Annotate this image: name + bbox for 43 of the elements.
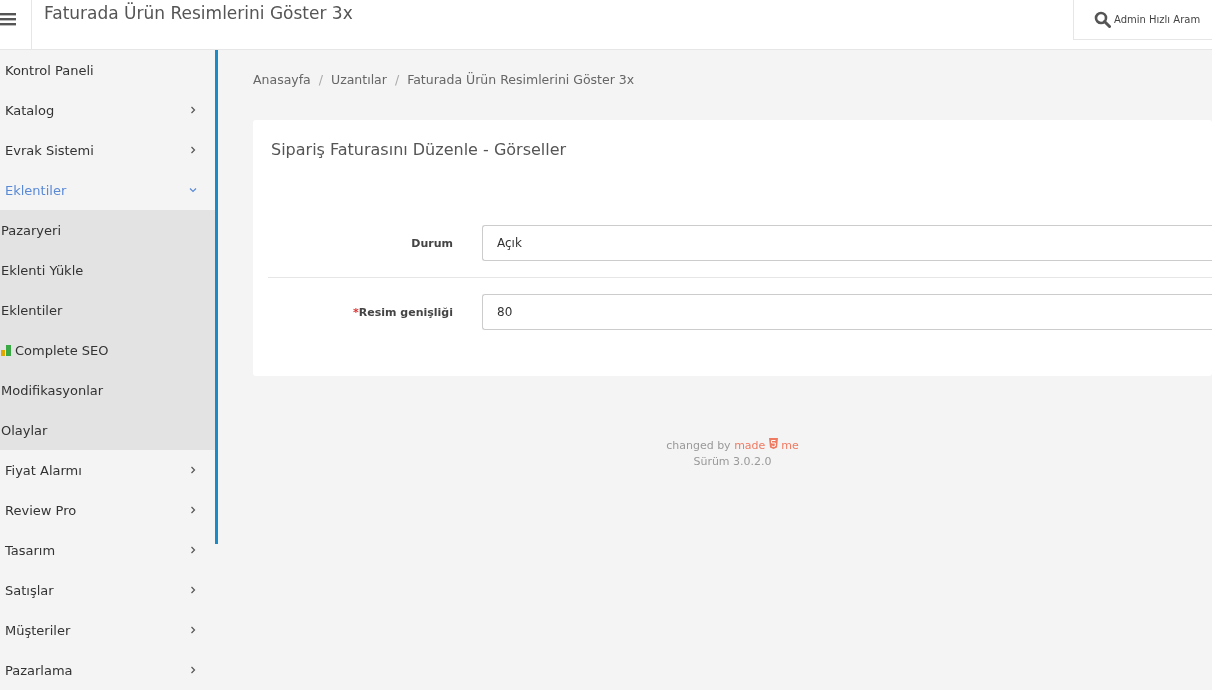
chevron-right-icon: [189, 146, 197, 154]
chevron-right-icon: [189, 506, 197, 514]
sidebar-item[interactable]: Katalog: [0, 90, 215, 130]
sidebar-item[interactable]: Review Pro: [0, 490, 215, 530]
chevron-right-icon: [189, 626, 197, 634]
breadcrumb-separator: /: [318, 71, 323, 87]
sidebar-item[interactable]: Evrak Sistemi: [0, 130, 215, 170]
submenu-item[interactable]: Olaylar: [0, 410, 215, 450]
version-text: Sürüm 3.0.2.0: [692, 454, 773, 470]
submenu-item[interactable]: Modifikasyonlar: [0, 370, 215, 410]
breadcrumb-link[interactable]: Uzantılar: [331, 71, 387, 87]
submenu-item[interactable]: Complete SEO: [0, 330, 215, 370]
submenu-item[interactable]: Pazaryeri: [0, 210, 215, 250]
chevron-right-icon: [189, 106, 197, 114]
input-field[interactable]: 80: [482, 294, 1212, 330]
sidebar-item[interactable]: Tasarım: [0, 530, 215, 570]
submenu-item[interactable]: Eklentiler: [0, 290, 215, 330]
breadcrumb-link[interactable]: Faturada Ürün Resimlerini Göster 3x: [407, 71, 635, 87]
chevron-right-icon: [189, 546, 197, 554]
menu-icon[interactable]: [0, 12, 16, 26]
page-title: Faturada Ürün Resimlerini Göster 3x: [44, 3, 354, 23]
input-field[interactable]: Açık: [482, 225, 1212, 261]
sidebar-item[interactable]: Satışlar: [0, 570, 215, 610]
sidebar-item[interactable]: Kontrol Paneli: [0, 50, 215, 90]
sidebar-item[interactable]: Fiyat Alarmı: [0, 450, 215, 490]
scrollbar[interactable]: [215, 50, 218, 544]
chevron-right-icon: [189, 586, 197, 594]
submenu-item[interactable]: Eklenti Yükle: [0, 250, 215, 290]
card-title: Sipariş Faturasını Düzenle - Görseller: [271, 140, 568, 159]
chevron-right-icon: [189, 466, 197, 474]
sidebar-item[interactable]: Müşteriler: [0, 610, 215, 650]
field-label: Durum: [410, 236, 453, 250]
credit-text: changed by made me: [665, 438, 800, 454]
sidebar-item[interactable]: Pazarlama: [0, 650, 215, 690]
chevron-down-icon: [189, 186, 197, 194]
field-label: *Resim genişliği: [352, 305, 453, 319]
search-field[interactable]: Admin Hızlı Aram: [1114, 14, 1212, 25]
bar-chart-icon: [1, 344, 11, 356]
shield-icon: [768, 438, 778, 449]
search-icon: [1094, 11, 1111, 28]
chevron-right-icon: [189, 666, 197, 674]
breadcrumb-link[interactable]: Anasayfa: [253, 71, 311, 87]
breadcrumb-separator: /: [394, 71, 400, 87]
